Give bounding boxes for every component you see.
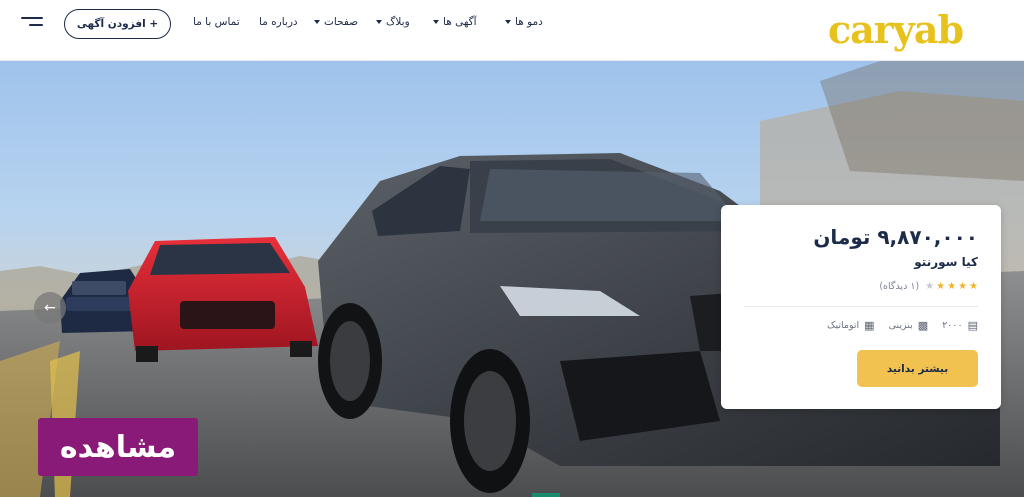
spec-year: ▤ ۲۰۰۰ (942, 319, 978, 332)
chevron-down-icon (376, 20, 382, 24)
star-icon: ★ (958, 281, 968, 292)
nav-item-contact[interactable]: تماس با ما (193, 16, 240, 28)
listing-card: ۹,۸۷۰,۰۰۰ تومان کیا سورنتو ★ ★ ★ ★ ★ (۱ … (721, 205, 1001, 409)
listing-specs: ▤ ۲۰۰۰ ▩ بنزینی ▦ اتوماتیک (827, 319, 978, 332)
listing-rating: ★ ★ ★ ★ ★ (۱ دیدگاه) (879, 281, 978, 292)
nav-item-label: آگهی ها (443, 16, 477, 28)
review-count: (۱ دیدگاه) (879, 281, 920, 292)
spec-fuel-value: بنزینی (888, 320, 913, 331)
spec-fuel: ▩ بنزینی (889, 319, 929, 332)
calendar-icon: ▤ (967, 319, 978, 332)
nav-item-blog[interactable]: وبلاگ (376, 16, 410, 28)
site-logo[interactable]: caryab (828, 6, 964, 54)
spec-year-value: ۲۰۰۰ (942, 320, 963, 331)
listing-price: ۹,۸۷۰,۰۰۰ تومان (813, 225, 978, 249)
nav-item-ads[interactable]: آگهی ها (433, 16, 477, 28)
nav-item-label: صفحات (324, 16, 359, 28)
hamburger-icon[interactable] (21, 16, 43, 30)
watch-badge[interactable]: مشاهده (38, 418, 198, 476)
add-listing-button[interactable]: + افزودن آگهی (64, 9, 171, 39)
site-header: caryab دمو ها آگهی ها وبلاگ صفحات درباره… (0, 0, 1024, 61)
chevron-down-icon (433, 20, 439, 24)
spec-gearbox-value: اتوماتیک (826, 320, 860, 331)
spec-gearbox: ▦ اتوماتیک (827, 319, 875, 332)
slide-indicator[interactable] (532, 493, 560, 497)
nav-item-label: درباره ما (259, 16, 298, 28)
star-icon: ★ (969, 281, 978, 292)
chevron-down-icon (505, 20, 511, 24)
star-empty-icon: ★ (925, 281, 935, 292)
nav-item-label: تماس با ما (193, 16, 240, 28)
star-icon: ★ (936, 281, 946, 292)
learn-more-button[interactable]: بیشتر بدانید (857, 350, 978, 387)
slider-prev-button[interactable]: ← (34, 292, 66, 324)
arrow-left-icon: ← (44, 300, 56, 316)
nav-item-label: وبلاگ (386, 16, 410, 28)
fuel-icon: ▩ (917, 319, 929, 332)
chevron-down-icon (314, 20, 320, 24)
listing-title[interactable]: کیا سورنتو (914, 255, 978, 269)
nav-item-pages[interactable]: صفحات (314, 16, 358, 28)
nav-item-demos[interactable]: دمو ها (505, 16, 543, 28)
nav-item-label: دمو ها (515, 16, 543, 28)
card-divider (744, 306, 978, 307)
nav-item-about[interactable]: درباره ما (259, 16, 298, 28)
gearbox-icon: ▦ (864, 319, 875, 332)
star-icon: ★ (947, 281, 957, 292)
